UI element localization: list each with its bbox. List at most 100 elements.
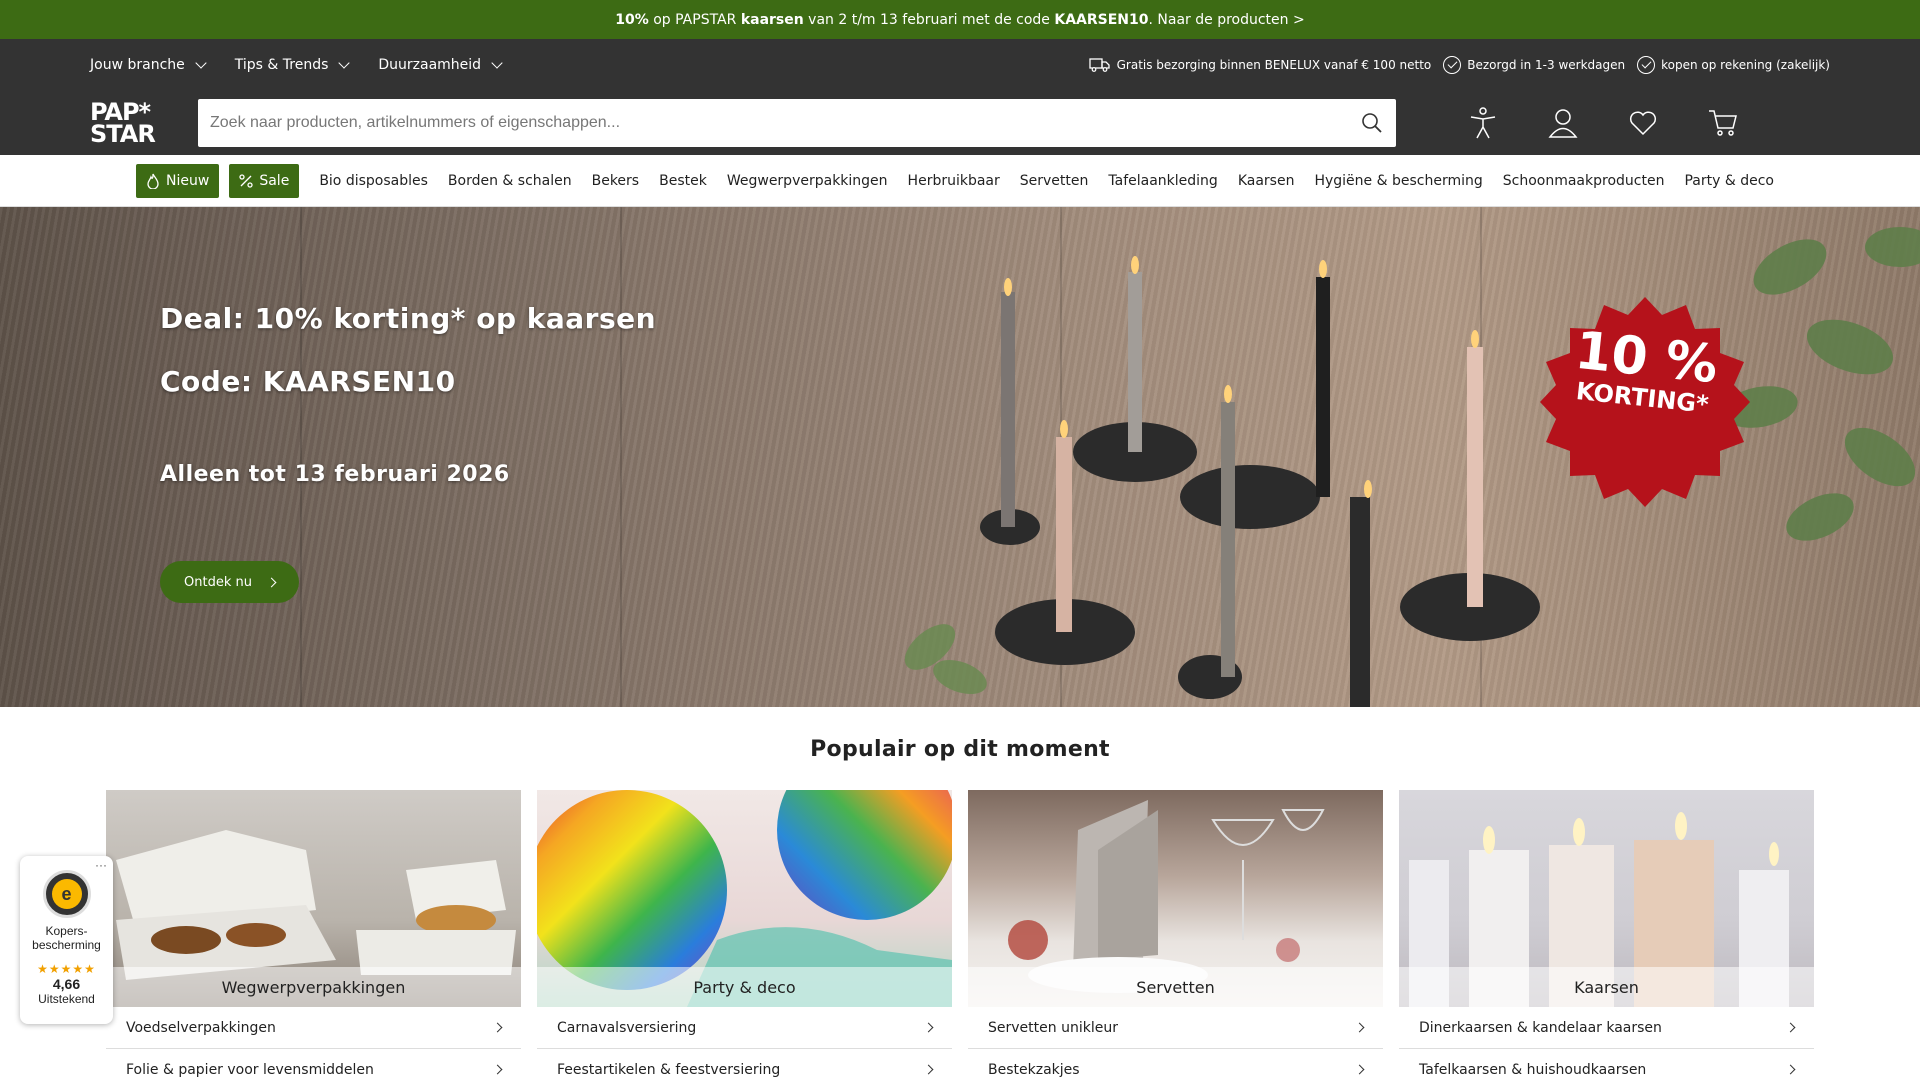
hero-text: Deal: 10% korting* op kaarsen Code: KAAR… (160, 302, 656, 487)
card-link-label: Voedselverpakkingen (126, 1019, 276, 1036)
usp-list: Gratis bezorging binnen BENELUX vanaf € … (1088, 55, 1830, 74)
chevron-right-icon (492, 1064, 503, 1075)
card-link[interactable]: Servetten unikleur (968, 1007, 1383, 1049)
accessibility-icon[interactable] (1466, 106, 1500, 140)
top-utility-bar: Jouw branche Tips & Trends Duurzaamheid … (0, 39, 1920, 90)
chevron-right-icon (1354, 1022, 1365, 1033)
heart-icon[interactable] (1626, 106, 1660, 140)
nav-servetten[interactable]: Servetten (1010, 173, 1099, 189)
card-image-napkins[interactable]: Servetten (968, 790, 1383, 1007)
card-image-party[interactable]: Party & deco (537, 790, 952, 1007)
chevron-right-icon (1785, 1064, 1796, 1075)
nav-sale-label: Sale (259, 172, 290, 189)
nav-bio-disposables[interactable]: Bio disposables (309, 173, 438, 189)
topnav-label: Tips & Trends (234, 56, 329, 73)
category-card: Servetten Servetten unikleur Bestekzakje… (968, 790, 1383, 1080)
cart-icon[interactable] (1706, 106, 1740, 140)
nav-kaarsen[interactable]: Kaarsen (1228, 173, 1305, 189)
category-nav: Nieuw Sale Bio disposables Borden & scha… (0, 155, 1920, 207)
card-link[interactable]: Folie & papier voor levensmiddelen (106, 1049, 521, 1080)
card-image-packaging[interactable]: Wegwerpverpakkingen (106, 790, 521, 1007)
hero-cta-button[interactable]: Ontdek nu (160, 561, 299, 603)
nav-party-deco[interactable]: Party & deco (1674, 173, 1784, 189)
topnav-duurzaamheid[interactable]: Duurzaamheid (378, 56, 503, 73)
truck-icon (1088, 57, 1110, 72)
star-rating-icon: ★★★★★ (37, 962, 96, 976)
cta-label: Ontdek nu (184, 574, 252, 590)
topnav-jouw-branche[interactable]: Jouw branche (90, 56, 207, 73)
popular-cards: Wegwerpverpakkingen Voedselverpakkingen … (106, 790, 1920, 1080)
nav-sale-button[interactable]: Sale (229, 163, 300, 198)
nav-bekers[interactable]: Bekers (582, 173, 650, 189)
topnav-label: Duurzaamheid (378, 56, 482, 73)
promo-text-2: van 2 t/m 13 februari met de code (803, 11, 1055, 28)
hero-banner[interactable]: 10 % KORTING* Deal: 10% korting* op kaar… (0, 207, 1920, 707)
promo-link[interactable]: . Naar de producten > (1149, 12, 1305, 28)
promo-percent: 10% (615, 11, 649, 28)
category-card: Kaarsen Dinerkaarsen & kandelaar kaarsen… (1399, 790, 1814, 1080)
section-title: Populair op dit moment (810, 737, 1110, 762)
header-icons (1466, 106, 1740, 140)
chevron-down-icon (491, 56, 503, 69)
card-label: Kaarsen (1399, 967, 1814, 1007)
search-icon[interactable] (1360, 111, 1384, 135)
card-link[interactable]: Feestartikelen & feestversiering (537, 1049, 952, 1080)
category-card: Wegwerpverpakkingen Voedselverpakkingen … (106, 790, 521, 1080)
usp-text: Bezorgd in 1-3 werkdagen (1467, 57, 1626, 72)
nav-schoonmaakproducten[interactable]: Schoonmaakproducten (1493, 173, 1675, 189)
category-card: Party & deco Carnavalsversiering Feestar… (537, 790, 952, 1080)
flame-icon (147, 173, 159, 189)
chevron-down-icon (338, 56, 351, 69)
hero-code: Code: KAARSEN10 (160, 365, 456, 398)
usp-invoice: kopen op rekening (zakelijk) (1637, 55, 1830, 74)
card-label: Party & deco (537, 967, 952, 1007)
topnav-tips-trends[interactable]: Tips & Trends (234, 56, 351, 73)
search-input[interactable] (210, 113, 1360, 132)
card-image-candles[interactable]: Kaarsen (1399, 790, 1814, 1007)
card-label: Servetten (968, 967, 1383, 1007)
card-link[interactable]: Tafelkaarsen & huishoudkaarsen (1399, 1049, 1814, 1080)
nav-bestek[interactable]: Bestek (649, 173, 717, 189)
nav-hygiene-bescherming[interactable]: Hygiëne & bescherming (1304, 173, 1492, 189)
topnav-label: Jouw branche (90, 56, 185, 73)
seal-letter: e (51, 879, 82, 909)
search-bar (198, 98, 1396, 147)
card-link-label: Dinerkaarsen & kandelaar kaarsen (1419, 1019, 1662, 1036)
promo-code: KAARSEN10 (1054, 11, 1149, 28)
hero-headline: Deal: 10% korting* op kaarsen (160, 302, 657, 335)
card-link[interactable]: Carnavalsversiering (537, 1007, 952, 1049)
trust-label-2: bescherming (32, 938, 101, 952)
nav-new-label: Nieuw (166, 172, 210, 189)
usp-text: kopen op rekening (zakelijk) (1661, 57, 1830, 72)
card-link-label: Carnavalsversiering (557, 1019, 697, 1036)
check-circle-icon (1443, 55, 1462, 74)
card-link[interactable]: Bestekzakjes (968, 1049, 1383, 1080)
trusted-shops-badge[interactable]: ··· e Kopers- bescherming ★★★★★ 4,66 Uit… (20, 856, 113, 1024)
card-link-label: Bestekzakjes (988, 1061, 1080, 1078)
nav-new-button[interactable]: Nieuw (136, 163, 220, 198)
promo-bar[interactable]: 10% op PAPSTAR kaarsen van 2 t/m 13 febr… (0, 0, 1920, 39)
chevron-down-icon (195, 56, 207, 69)
main-header: PAP* STAR (0, 90, 1920, 155)
chevron-right-icon (923, 1064, 934, 1075)
nav-wegwerpverpakkingen[interactable]: Wegwerpverpakkingen (717, 173, 898, 189)
card-link-label: Servetten unikleur (988, 1019, 1118, 1036)
card-link-label: Tafelkaarsen & huishoudkaarsen (1419, 1061, 1647, 1078)
more-options-icon[interactable]: ··· (95, 858, 107, 872)
trust-label-1: Kopers- (45, 924, 88, 938)
top-nav: Jouw branche Tips & Trends Duurzaamheid (90, 56, 503, 73)
chevron-right-icon (1785, 1022, 1796, 1033)
check-circle-icon (1637, 55, 1656, 74)
nav-herbruikbaar[interactable]: Herbruikbaar (898, 173, 1010, 189)
user-icon[interactable] (1546, 106, 1580, 140)
nav-tafelaankleding[interactable]: Tafelaankleding (1098, 173, 1227, 189)
card-link[interactable]: Dinerkaarsen & kandelaar kaarsen (1399, 1007, 1814, 1049)
card-label: Wegwerpverpakkingen (106, 967, 521, 1007)
chevron-right-icon (266, 577, 277, 587)
usp-delivery: Gratis bezorging binnen BENELUX vanaf € … (1088, 57, 1431, 72)
promo-text-1: op PAPSTAR (648, 11, 741, 28)
card-link[interactable]: Voedselverpakkingen (106, 1007, 521, 1049)
card-link-label: Feestartikelen & feestversiering (557, 1061, 781, 1078)
chevron-right-icon (923, 1022, 934, 1033)
nav-borden-schalen[interactable]: Borden & schalen (438, 173, 582, 189)
